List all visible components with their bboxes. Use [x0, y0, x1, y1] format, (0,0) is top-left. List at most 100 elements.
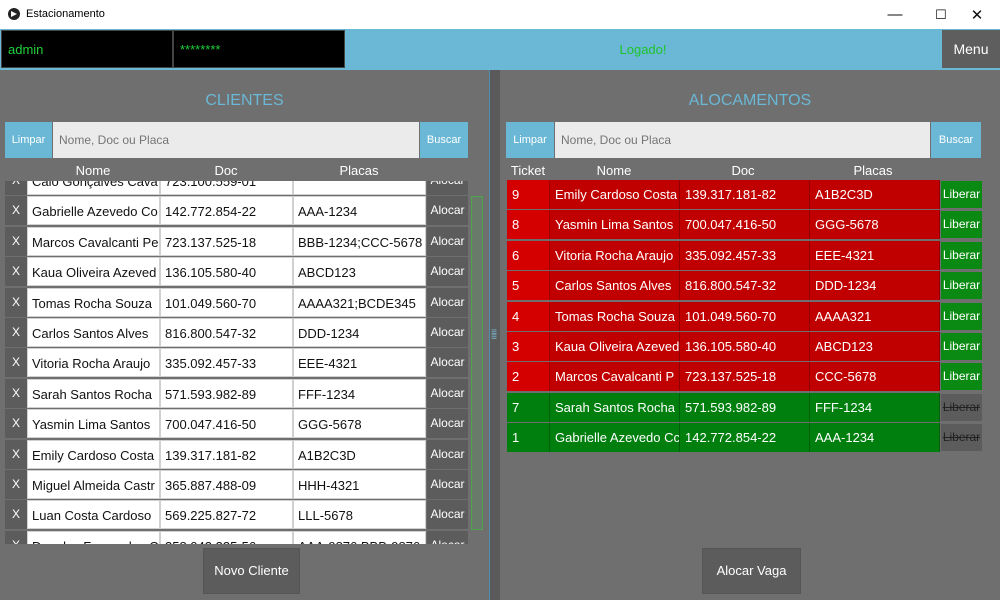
remove-client-button[interactable]: X [5, 470, 27, 499]
cell-placas: AAA-1234 [293, 196, 426, 225]
clientes-search-button[interactable]: Buscar [420, 122, 468, 158]
remove-client-button[interactable]: X [5, 348, 27, 377]
release-button: Liberar [941, 394, 982, 421]
cell-nome: Sarah Santos Rocha [550, 393, 680, 422]
cell-doc: 569.225.827-72 [160, 500, 293, 529]
cell-placas: AAA-9876;BBB-9876 [293, 531, 426, 544]
alocamentos-title: ALOCAMENTOS [688, 92, 812, 109]
cell-nome: Douglas Fernandes C [27, 531, 160, 544]
allocate-button[interactable]: Alocar [427, 470, 468, 499]
remove-client-button[interactable]: X [5, 531, 27, 544]
remove-client-button[interactable]: X [5, 409, 27, 438]
clientes-search-input[interactable] [53, 122, 419, 158]
release-button[interactable]: Liberar [941, 211, 982, 238]
release-button[interactable]: Liberar [941, 242, 982, 269]
table-row[interactable]: X Vitoria Rocha Araujo 335.092.457-33 EEE-4… [5, 348, 470, 377]
close-button[interactable]: ✕ [954, 0, 1000, 29]
clientes-scrollbar[interactable] [471, 196, 483, 530]
cell-placas: DDD-1234 [810, 271, 940, 300]
remove-client-button[interactable]: X [5, 500, 27, 529]
new-client-button[interactable]: Novo Cliente [203, 548, 300, 594]
table-row[interactable]: X Yasmin Lima Santos 700.047.416-50 GGG-567… [5, 409, 470, 438]
table-row[interactable]: X Tomas Rocha Souza 101.049.560-70 AAAA321;… [5, 288, 470, 317]
menu-button[interactable]: Menu [942, 30, 1000, 68]
table-row[interactable]: XDouglas Fernandes C358.042.335-56AAA-98… [5, 531, 470, 544]
allocate-spot-button[interactable]: Alocar Vaga [702, 548, 801, 594]
table-row[interactable]: X Gabrielle Azevedo Co 142.772.854-22 AAA-1… [5, 196, 470, 225]
allocate-button[interactable]: Alocar [427, 440, 468, 469]
allocate-button[interactable]: Alocar [427, 409, 468, 438]
remove-client-button[interactable]: X [5, 227, 27, 256]
allocate-button[interactable]: Alocar [427, 257, 468, 286]
table-row[interactable]: X Miguel Almeida Castr 365.887.488-09 HHH-4… [5, 470, 470, 499]
cell-nome: Gabrielle Azevedo Cc [550, 423, 680, 452]
table-row[interactable]: 9 Emily Cardoso Costa 139.317.181-82 A1B2C3… [507, 180, 983, 209]
cell-placas: AAAA321;BCDE345 [293, 288, 426, 317]
cell-doc: 700.047.416-50 [160, 409, 293, 438]
login-status: Logado! [619, 42, 667, 57]
cell-doc: 139.317.181-82 [160, 440, 293, 469]
table-row[interactable]: X Carlos Santos Alves 816.800.547-32 DDD-12… [5, 318, 470, 347]
cell-nome: Carlos Santos Alves [550, 271, 680, 300]
table-row[interactable]: 5 Carlos Santos Alves 816.800.547-32 DDD-12… [507, 271, 983, 300]
clientes-clear-button[interactable]: Limpar [5, 122, 52, 158]
cell-placas: EEE-4321 [293, 348, 426, 377]
clientes-list[interactable]: XCaio Gonçalves Cava723.100.559-01Alocar… [5, 181, 470, 544]
cell-placas: EEE-4321 [810, 241, 940, 270]
table-row[interactable]: X Kaua Oliveira Azeved 136.105.580-40 ABCD1… [5, 257, 470, 286]
username-field[interactable]: admin [1, 30, 173, 68]
cell-doc: 816.800.547-32 [160, 318, 293, 347]
cell-placas: ABCD123 [293, 257, 426, 286]
table-row[interactable]: 3 Kaua Oliveira Azeved 136.105.580-40 ABCD1… [507, 332, 983, 361]
remove-client-button[interactable]: X [5, 379, 27, 408]
drag-handle-icon[interactable]: ≡ ≡ [490, 328, 498, 346]
release-button[interactable]: Liberar [941, 272, 982, 299]
remove-client-button[interactable]: X [5, 288, 27, 317]
cell-doc: 101.049.560-70 [680, 302, 810, 331]
allocate-button[interactable]: Alocar [427, 227, 468, 256]
minimize-button[interactable]: — [872, 0, 918, 29]
cell-nome: Kaua Oliveira Azeved [550, 332, 680, 361]
table-row[interactable]: 4 Tomas Rocha Souza 101.049.560-70 AAAA321 L… [507, 302, 983, 331]
table-row[interactable]: 1 Gabrielle Azevedo Cc 142.772.854-22 AAA-1… [507, 423, 983, 452]
alocamentos-search-button[interactable]: Buscar [931, 122, 981, 158]
alocamentos-clear-button[interactable]: Limpar [506, 122, 554, 158]
table-row[interactable]: XCaio Gonçalves Cava723.100.559-01 Alocar [5, 181, 470, 195]
remove-client-button[interactable]: X [5, 440, 27, 469]
allocate-button[interactable]: Alocar [427, 196, 468, 225]
remove-client-button[interactable]: X [5, 181, 27, 195]
allocate-button[interactable]: Alocar [427, 500, 468, 529]
table-row[interactable]: 6 Vitoria Rocha Araujo 335.092.457-33 EEE-4… [507, 241, 983, 270]
remove-client-button[interactable]: X [5, 196, 27, 225]
table-row[interactable]: X Marcos Cavalcanti Pe 723.137.525-18 BBB-1… [5, 227, 470, 256]
table-row[interactable]: X Emily Cardoso Costa 139.317.181-82 A1B2C3… [5, 440, 470, 469]
release-button[interactable]: Liberar [941, 333, 982, 360]
password-field[interactable]: ******** [173, 30, 345, 68]
table-row[interactable]: 2 Marcos Cavalcanti P 723.137.525-18 CCC-56… [507, 362, 983, 391]
remove-client-button[interactable]: X [5, 257, 27, 286]
release-button[interactable]: Liberar [941, 181, 982, 208]
cell-placas [293, 181, 426, 195]
allocate-button[interactable]: Alocar [427, 531, 468, 544]
remove-client-button[interactable]: X [5, 318, 27, 347]
allocate-button[interactable]: Alocar [427, 318, 468, 347]
table-row[interactable]: 7 Sarah Santos Rocha 571.593.982-89 FFF-123… [507, 393, 983, 422]
cell-doc: 136.105.580-40 [160, 257, 293, 286]
cell-nome: Marcos Cavalcanti P [550, 362, 680, 391]
release-button[interactable]: Liberar [941, 303, 982, 330]
table-row[interactable]: 8 Yasmin Lima Santos 700.047.416-50 GGG-567… [507, 210, 983, 239]
col-header-nome: Nome [596, 163, 632, 178]
cell-nome: Gabrielle Azevedo Co [27, 196, 160, 225]
allocate-button[interactable]: Alocar [427, 181, 468, 195]
table-row[interactable]: X Sarah Santos Rocha 571.593.982-89 FFF-123… [5, 379, 470, 408]
release-button[interactable]: Liberar [941, 363, 982, 390]
table-row[interactable]: X Luan Costa Cardoso 569.225.827-72 LLL-567… [5, 500, 470, 529]
cell-doc: 335.092.457-33 [160, 348, 293, 377]
allocate-button[interactable]: Alocar [427, 288, 468, 317]
cell-placas: GGG-5678 [810, 210, 940, 239]
alocamentos-search-input[interactable] [555, 122, 930, 158]
allocate-button[interactable]: Alocar [427, 348, 468, 377]
cell-nome: Carlos Santos Alves [27, 318, 160, 347]
cell-doc: 723.100.559-01 [160, 181, 293, 195]
allocate-button[interactable]: Alocar [427, 379, 468, 408]
